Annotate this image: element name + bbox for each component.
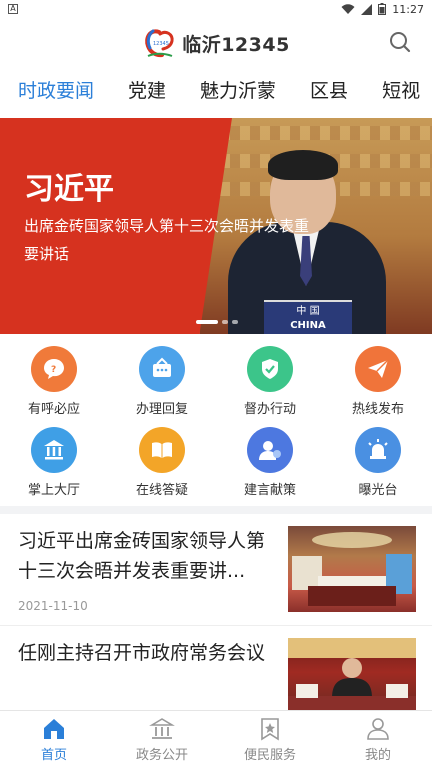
shield-check-icon: [247, 346, 293, 392]
app-logo: 12345 临沂12345: [142, 26, 290, 60]
service-qa[interactable]: 在线答疑: [108, 427, 216, 498]
service-supervise[interactable]: 督办行动: [216, 346, 324, 417]
chat-question-icon: ?: [31, 346, 77, 392]
tab-mine[interactable]: 我的: [324, 711, 432, 768]
user-icon: [367, 718, 389, 740]
name-plate: 中 国 CHINA: [264, 300, 352, 334]
tab-government[interactable]: 政务公开: [108, 711, 216, 768]
news-item[interactable]: 习近平出席金砖国家领导人第十三次会晤并发表重要讲... 2021-11-10: [0, 514, 432, 626]
notification-icon: A: [8, 4, 18, 14]
user-idea-icon: [247, 427, 293, 473]
battery-icon: [378, 3, 387, 15]
service-hall[interactable]: 掌上大厅: [0, 427, 108, 498]
section-divider: [0, 506, 432, 514]
logo-mark-icon: 12345: [145, 29, 174, 58]
signal-icon: [361, 3, 373, 15]
banner-title: 习近平: [24, 172, 114, 207]
news-title: 任刚主持召开市政府常务会议: [18, 642, 266, 664]
svg-text:?: ?: [51, 365, 56, 375]
tab-yimeng[interactable]: 魅力沂蒙: [200, 76, 276, 103]
send-icon: [355, 346, 401, 392]
home-icon: [44, 719, 64, 739]
government-icon: [149, 718, 175, 739]
app-title: 临沂12345: [182, 33, 290, 56]
tab-home[interactable]: 首页: [0, 711, 108, 768]
service-hotline[interactable]: 热线发布: [324, 346, 432, 417]
service-exposure[interactable]: 曝光台: [324, 427, 432, 498]
tab-district[interactable]: 区县: [310, 76, 348, 103]
alarm-light-icon: [355, 427, 401, 473]
news-title: 习近平出席金砖国家领导人第十三次会晤并发表重要讲...: [18, 530, 266, 582]
service-grid: ? 有呼必应 办理回复 督办行动 热线发布 掌上大厅 在线答疑 建言献策 曝光台: [0, 334, 432, 506]
svg-text:12345: 12345: [153, 41, 169, 47]
service-suggest[interactable]: 建言献策: [216, 427, 324, 498]
bottom-tab-bar: 首页 政务公开 便民服务 我的: [0, 710, 432, 768]
status-bar: A 11:27: [0, 0, 432, 18]
tab-services[interactable]: 便民服务: [216, 711, 324, 768]
book-icon: [139, 427, 185, 473]
clock: 11:27: [392, 2, 424, 16]
app-header: 12345 临沂12345: [0, 18, 432, 68]
banner-subtitle: 出席金砖国家领导人第十三次会晤并发表重要讲话: [24, 217, 310, 263]
banner-carousel[interactable]: 中 国 CHINA 习近平 出席金砖国家领导人第十三次会晤并发表重要讲话: [0, 118, 432, 334]
tab-video[interactable]: 短视: [382, 76, 420, 103]
wifi-icon: [341, 3, 355, 14]
star-bookmark-icon: [261, 718, 279, 741]
tab-news[interactable]: 时政要闻: [18, 76, 94, 103]
category-tabs: 时政要闻 党建 魅力沂蒙 区县 短视: [0, 68, 432, 110]
inbox-icon: [139, 346, 185, 392]
news-thumbnail: [288, 526, 416, 612]
service-respond[interactable]: ? 有呼必应: [0, 346, 108, 417]
news-date: 2021-11-10: [18, 599, 88, 613]
hall-icon: [31, 427, 77, 473]
search-icon[interactable]: [388, 30, 412, 54]
carousel-indicator: [196, 320, 238, 324]
service-reply[interactable]: 办理回复: [108, 346, 216, 417]
tab-party[interactable]: 党建: [128, 76, 166, 103]
